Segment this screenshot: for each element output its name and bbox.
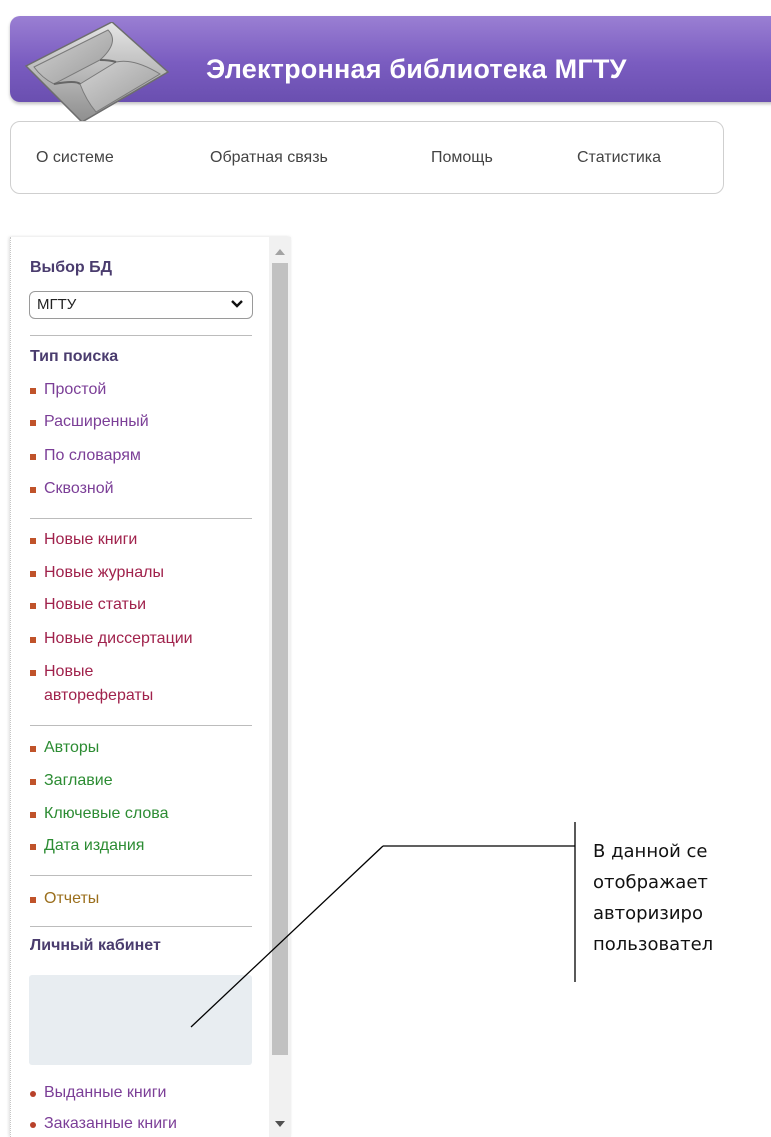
bullet-icon xyxy=(30,420,36,426)
sidebar: Выбор БД МГТУ Тип поиска Простой Расшире… xyxy=(10,237,291,1137)
bullet-icon xyxy=(30,571,36,577)
annotation-line: пользовател xyxy=(593,934,714,955)
annotation-line: отображает xyxy=(593,872,708,893)
nav-help[interactable]: Помощь xyxy=(431,149,493,167)
db-section-title: Выбор БД xyxy=(30,259,112,276)
divider xyxy=(30,725,252,726)
new-abstracts-link[interactable]: Новые авторефераты xyxy=(11,661,261,707)
search-type-title: Тип поиска xyxy=(30,348,119,365)
annotation-line: В данной се xyxy=(593,841,708,862)
scrollbar-thumb[interactable] xyxy=(272,263,288,1055)
nav-statistics[interactable]: Статистика xyxy=(577,149,661,167)
site-title: Электронная библиотека МГТУ xyxy=(206,54,627,84)
bullet-icon xyxy=(30,1122,36,1128)
divider xyxy=(30,926,252,927)
divider xyxy=(30,518,252,519)
scroll-down-arrow-icon[interactable] xyxy=(275,1121,285,1129)
scroll-up-arrow-icon[interactable] xyxy=(275,247,285,255)
bullet-icon xyxy=(30,897,36,903)
divider xyxy=(30,875,252,876)
sidebar-scrollbar[interactable] xyxy=(269,237,291,1137)
cabinet-title: Личный кабинет xyxy=(30,937,161,954)
bullet-icon xyxy=(30,779,36,785)
open-book-icon xyxy=(24,22,170,123)
db-select[interactable]: МГТУ xyxy=(29,291,253,319)
divider xyxy=(30,335,252,336)
bullet-icon xyxy=(30,637,36,643)
bullet-icon xyxy=(30,746,36,752)
annotation-line: авторизиро xyxy=(593,903,703,924)
nav-feedback[interactable]: Обратная связь xyxy=(210,149,328,167)
bullet-icon xyxy=(30,844,36,850)
bullet-icon xyxy=(30,388,36,394)
bullet-icon xyxy=(30,603,36,609)
header-banner: Электронная библиотека МГТУ xyxy=(10,16,771,123)
bullet-icon xyxy=(30,538,36,544)
chevron-down-icon xyxy=(231,300,243,308)
bullet-icon xyxy=(30,487,36,493)
cabinet-user-box xyxy=(29,975,252,1065)
bullet-icon xyxy=(30,1091,36,1097)
annotation-text: В данной се отображает авторизиро пользо… xyxy=(593,836,771,966)
bullet-icon xyxy=(30,812,36,818)
top-navigation: О системе Обратная связь Помощь Статисти… xyxy=(10,121,724,194)
bullet-icon xyxy=(30,454,36,460)
db-select-value: МГТУ xyxy=(37,296,77,313)
nav-about[interactable]: О системе xyxy=(36,149,114,167)
bullet-icon xyxy=(30,670,36,676)
